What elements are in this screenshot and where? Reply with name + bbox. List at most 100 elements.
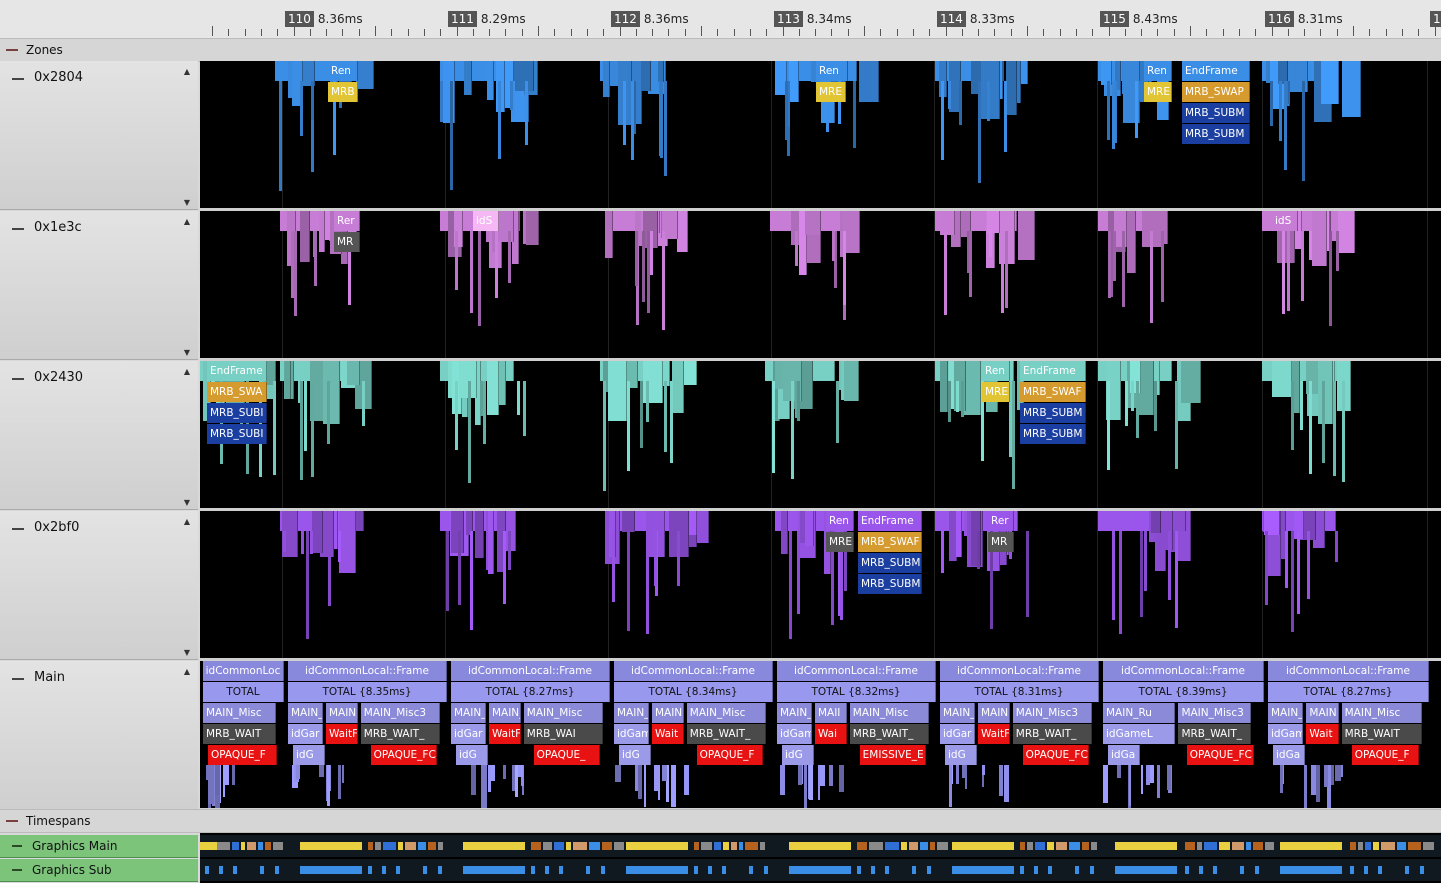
zone-track-0x1e3c[interactable]: Rer MR idS idS: [200, 211, 1441, 361]
zone-block[interactable]: [300, 211, 310, 262]
zone-spike[interactable]: [1161, 231, 1164, 302]
total-zone[interactable]: TOTAL {8.31ms}: [940, 682, 1099, 702]
zone-block[interactable]: [339, 511, 356, 573]
timespan-segment[interactable]: [1027, 842, 1033, 850]
zone-block-labelled[interactable]: Rer: [988, 511, 1014, 531]
zone-spike[interactable]: [446, 531, 449, 611]
zone-spike[interactable]: [615, 765, 621, 782]
timespan-segment[interactable]: [1091, 842, 1097, 850]
timespan-segment[interactable]: [1115, 842, 1177, 850]
zone-spike[interactable]: [1131, 381, 1134, 411]
zone-spike[interactable]: [1301, 231, 1304, 301]
timespan-segment[interactable]: [463, 842, 525, 850]
zone-spike[interactable]: [638, 765, 642, 799]
subzone[interactable]: MAIN_: [940, 703, 975, 723]
zone-block[interactable]: [487, 61, 494, 100]
frame-marker[interactable]: 116 8.31ms: [1265, 8, 1343, 30]
scroll-down-icon[interactable]: ▼: [184, 498, 190, 507]
zone-spike[interactable]: [1112, 531, 1115, 620]
zone-spike[interactable]: [478, 231, 481, 326]
timespan-label-graphics-sub[interactable]: Graphics Sub: [0, 859, 198, 882]
subzone[interactable]: EMISSIVE_E: [859, 745, 927, 765]
subzone[interactable]: idGar: [288, 724, 323, 744]
timespan-segment[interactable]: [1240, 866, 1244, 874]
timespan-segment[interactable]: [1048, 866, 1052, 874]
zone-spike[interactable]: [780, 765, 785, 795]
thread-label-0x1e3c[interactable]: 0x1e3c ▲ ▼: [0, 211, 198, 360]
zone-block-labelled[interactable]: MRB: [328, 82, 358, 102]
zone-block[interactable]: [319, 211, 325, 252]
zone-block[interactable]: [475, 511, 484, 558]
timespan-segment[interactable]: [375, 842, 381, 850]
zone-block-labelled[interactable]: MR: [988, 532, 1014, 552]
timespan-segment[interactable]: [396, 866, 400, 874]
subzone[interactable]: MRB_WAIT: [1341, 724, 1423, 744]
zone-spike[interactable]: [654, 531, 657, 586]
zone-spike[interactable]: [1280, 765, 1283, 793]
timespan-segment[interactable]: [1213, 866, 1217, 874]
zone-spike[interactable]: [483, 381, 486, 444]
zone-spike[interactable]: [362, 381, 365, 426]
zone-block-labelled[interactable]: MRB_SUBM: [1182, 103, 1250, 123]
zone-spike[interactable]: [279, 81, 282, 191]
zone-block-labelled[interactable]: MRE: [826, 532, 854, 552]
zone-spike[interactable]: [797, 381, 800, 421]
timespan-segment[interactable]: [1255, 866, 1259, 874]
subzone[interactable]: Wait: [1306, 724, 1339, 744]
timespan-segment[interactable]: [749, 866, 753, 874]
zone-block-labelled[interactable]: MRE: [982, 382, 1010, 402]
zone-block[interactable]: [1318, 361, 1333, 424]
zone-spike[interactable]: [944, 231, 947, 315]
collapse-icon[interactable]: [6, 820, 18, 822]
zone-spike[interactable]: [223, 765, 225, 797]
zone-spike[interactable]: [1108, 231, 1111, 298]
zone-track-main[interactable]: idCommonLoc TOTAL MAIN_Misc MRB_WAIT OPAQUE_…: [200, 661, 1441, 811]
zone-spike[interactable]: [306, 531, 309, 639]
zone-spike[interactable]: [832, 231, 835, 261]
zone-spike[interactable]: [1157, 765, 1160, 798]
zone-spike[interactable]: [772, 381, 775, 443]
zones-section-header[interactable]: Zones: [0, 38, 1441, 62]
zone-block[interactable]: [1342, 61, 1361, 117]
timespan-segment[interactable]: [857, 866, 861, 874]
timespan-segment[interactable]: [463, 866, 525, 874]
zone-spike[interactable]: [508, 531, 511, 570]
zone-spike[interactable]: [1309, 381, 1312, 474]
timespan-segment[interactable]: [1069, 842, 1080, 850]
timespan-segment[interactable]: [247, 842, 256, 850]
zone-spike[interactable]: [977, 531, 980, 569]
total-zone[interactable]: TOTAL {8.27ms}: [1268, 682, 1429, 702]
timespan-segment[interactable]: [1185, 842, 1195, 850]
zone-spike[interactable]: [631, 81, 634, 160]
zone-block[interactable]: [285, 361, 291, 399]
timespan-track-graphics-sub[interactable]: [200, 859, 1441, 881]
zone-spike[interactable]: [470, 231, 473, 313]
zone-spike[interactable]: [294, 231, 297, 316]
zone-spike[interactable]: [956, 765, 959, 784]
zone-block[interactable]: [672, 361, 684, 413]
zone-spike[interactable]: [1291, 381, 1294, 450]
zone-spike[interactable]: [1119, 531, 1122, 634]
zone-spike[interactable]: [829, 765, 833, 786]
timespan-segment[interactable]: [714, 842, 721, 850]
zone-spike[interactable]: [1336, 231, 1339, 271]
zone-spike[interactable]: [785, 81, 788, 140]
total-zone[interactable]: TOTAL: [203, 682, 284, 702]
frame-zone[interactable]: idCommonLocal::Frame: [614, 661, 773, 681]
zone-block[interactable]: [464, 61, 472, 95]
zone-spike[interactable]: [791, 381, 794, 479]
zone-block[interactable]: [608, 361, 627, 421]
zone-block[interactable]: [641, 61, 651, 91]
zone-block[interactable]: [789, 61, 799, 102]
frame-marker[interactable]: 111 8.29ms: [448, 8, 526, 30]
zone-spike[interactable]: [1125, 381, 1128, 426]
zone-block-labelled[interactable]: Ren: [1144, 61, 1172, 81]
timespan-segment[interactable]: [1034, 866, 1038, 874]
zone-block[interactable]: [1321, 61, 1339, 104]
frame-zone[interactable]: idCommonLocal::Frame: [1103, 661, 1264, 681]
timespan-segment[interactable]: [554, 842, 564, 850]
zone-spike[interactable]: [795, 231, 798, 266]
subzone[interactable]: idGam: [1268, 724, 1304, 744]
zone-block[interactable]: [605, 211, 613, 258]
zone-spike[interactable]: [1004, 765, 1009, 802]
